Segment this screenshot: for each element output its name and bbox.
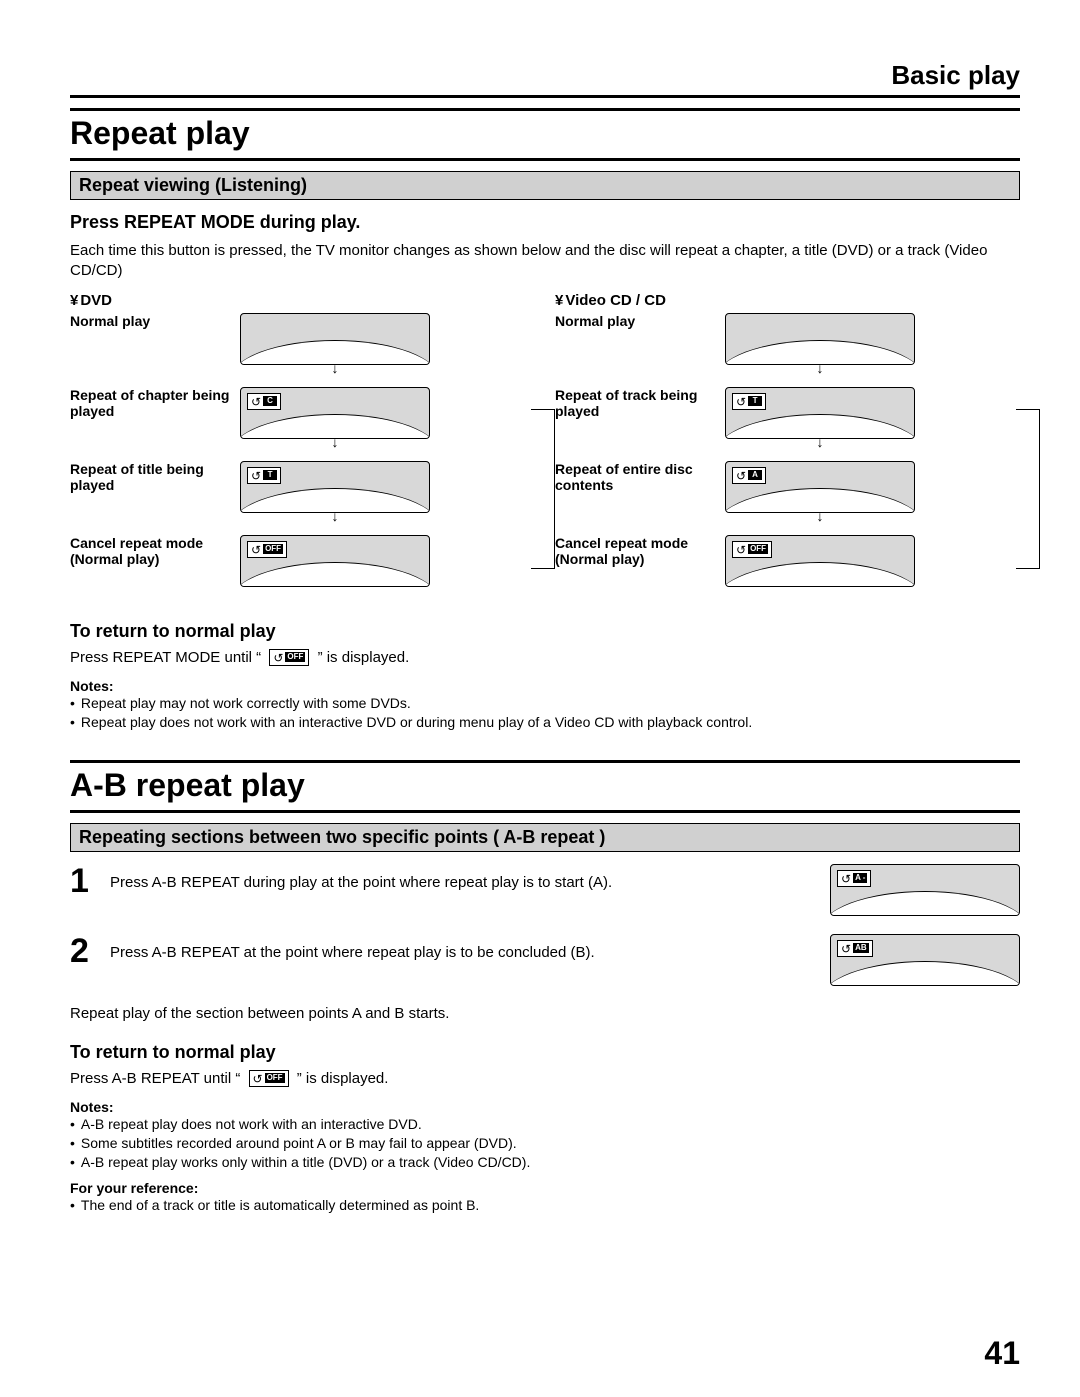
- tv-screen-icon: ↺T: [240, 461, 430, 513]
- reference-heading: For your reference:: [70, 1180, 1020, 1196]
- notes-list-ab: A-B repeat play does not work with an in…: [70, 1115, 1020, 1172]
- step-row: 1 Press A-B REPEAT during play at the po…: [70, 864, 1020, 916]
- repeat-icon: ↺: [736, 396, 746, 408]
- subsection-repeat-viewing: Repeat viewing (Listening): [70, 171, 1020, 200]
- tv-screen-icon: ↺OFF: [240, 535, 430, 587]
- note-item: Some subtitles recorded around point A o…: [70, 1134, 1020, 1153]
- step-row: 2 Press A-B REPEAT at the point where re…: [70, 934, 1020, 986]
- repeat-icon: ↺: [736, 470, 746, 482]
- step-text: Press A-B REPEAT during play at the poin…: [110, 864, 818, 891]
- loop-back-line: [531, 409, 555, 569]
- repeat-badge: ↺T: [247, 467, 281, 484]
- dvd-state-label: Repeat of title being played: [70, 461, 230, 495]
- repeat-icon: ↺: [251, 396, 261, 408]
- tv-screen-icon: ↺A -: [830, 864, 1020, 916]
- loop-back-line: [1016, 409, 1040, 569]
- vcd-state-label: Repeat of entire disc contents: [555, 461, 715, 495]
- vcd-state-label: Normal play: [555, 313, 715, 330]
- repeat-icon: ↺: [251, 470, 261, 482]
- reference-item: The end of a track or title is automatic…: [70, 1196, 1020, 1215]
- note-item: A-B repeat play works only within a titl…: [70, 1153, 1020, 1172]
- repeat-badge: ↺C: [247, 393, 281, 410]
- note-item: Repeat play does not work with an intera…: [70, 713, 1020, 732]
- tv-screen-icon: [725, 313, 915, 365]
- repeat-icon: ↺: [253, 1073, 263, 1085]
- notes-list: Repeat play may not work correctly with …: [70, 694, 1020, 732]
- vcd-state-label: Repeat of track being played: [555, 387, 715, 421]
- note-item: A-B repeat play does not work with an in…: [70, 1115, 1020, 1134]
- return-normal-play-text: Press REPEAT MODE until “ ↺OFF ” is disp…: [70, 648, 1020, 668]
- repeat-diagrams: DVD Normal play ↓ Repeat of chapter bein…: [70, 292, 1020, 601]
- dvd-state-label: Normal play: [70, 313, 230, 330]
- repeat-icon: ↺: [736, 544, 746, 556]
- dvd-state-label: Cancel repeat mode (Normal play): [70, 535, 230, 569]
- return-normal-play-text-ab: Press A-B REPEAT until “ ↺OFF ” is displ…: [70, 1069, 1020, 1089]
- repeat-off-badge: ↺OFF: [249, 1070, 289, 1087]
- note-item: Repeat play may not work correctly with …: [70, 694, 1020, 713]
- repeat-icon: ↺: [251, 544, 261, 556]
- tv-screen-icon: ↺A: [725, 461, 915, 513]
- vcd-state-label: Cancel repeat mode (Normal play): [555, 535, 715, 569]
- repeat-off-badge: ↺OFF: [269, 649, 309, 666]
- section-title-repeat-play: Repeat play: [70, 108, 1020, 161]
- tv-screen-icon: ↺C: [240, 387, 430, 439]
- repeat-icon: ↺: [841, 943, 851, 955]
- repeat-badge: ↺OFF: [732, 541, 772, 558]
- return-normal-play-head-ab: To return to normal play: [70, 1042, 1020, 1063]
- section-title-ab-repeat: A-B repeat play: [70, 760, 1020, 813]
- return-normal-play-head: To return to normal play: [70, 621, 1020, 642]
- notes-heading: Notes:: [70, 678, 1020, 694]
- tv-screen-icon: ↺AB: [830, 934, 1020, 986]
- repeat-badge: ↺A -: [837, 870, 871, 887]
- repeat-badge: ↺A: [732, 467, 766, 484]
- after-steps-text: Repeat play of the section between point…: [70, 1004, 1020, 1024]
- repeat-icon: ↺: [273, 652, 283, 664]
- repeat-description: Each time this button is pressed, the TV…: [70, 241, 1020, 282]
- page-number: 41: [984, 1335, 1020, 1372]
- vcd-header: Video CD / CD: [555, 292, 1020, 309]
- step-number: 2: [70, 934, 98, 968]
- tv-screen-icon: [240, 313, 430, 365]
- dvd-state-label: Repeat of chapter being played: [70, 387, 230, 421]
- repeat-badge: ↺T: [732, 393, 766, 410]
- step-number: 1: [70, 864, 98, 898]
- repeat-badge: ↺AB: [837, 940, 873, 957]
- tv-screen-icon: ↺OFF: [725, 535, 915, 587]
- instruction-press-repeat-mode: Press REPEAT MODE during play.: [70, 212, 1020, 233]
- notes-heading-ab: Notes:: [70, 1099, 1020, 1115]
- page-context-title: Basic play: [70, 60, 1020, 98]
- dvd-header: DVD: [70, 292, 535, 309]
- tv-screen-icon: ↺T: [725, 387, 915, 439]
- step-text: Press A-B REPEAT at the point where repe…: [110, 934, 818, 961]
- subsection-ab-repeat: Repeating sections between two specific …: [70, 823, 1020, 852]
- repeat-icon: ↺: [841, 873, 851, 885]
- reference-list: The end of a track or title is automatic…: [70, 1196, 1020, 1215]
- repeat-badge: ↺OFF: [247, 541, 287, 558]
